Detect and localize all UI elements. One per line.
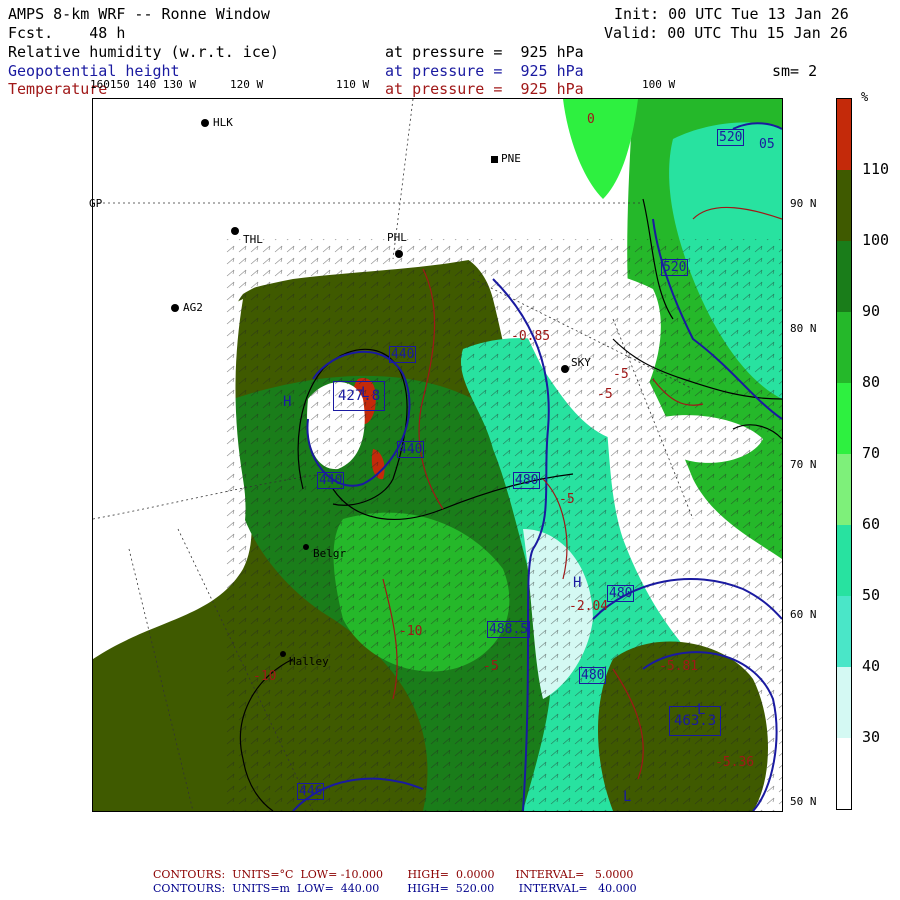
temp-label: -5 [559,492,575,507]
low-marker: L [623,789,632,805]
high-marker: H [573,575,582,591]
station-label: PHL [387,231,407,244]
colorbar-tick: 70 [862,444,881,462]
station-dot [561,365,569,373]
station-dot [303,544,309,550]
colorbar-segment [837,596,851,667]
colorbar-tick: 80 [862,373,881,391]
lat-label: 70 N [790,458,817,471]
field1-name: Relative humidity (w.r.t. ice) [8,43,279,61]
height-label: 446 [297,783,325,800]
colorbar-tick: 50 [862,586,881,604]
temp-label: -10 [399,624,423,639]
height-label: 480 [579,667,607,684]
height-label: 480 [513,472,541,489]
field1-level: at pressure = 925 hPa [385,43,584,61]
temp-label: -5 [597,387,613,402]
lon-label: 100 W [642,78,676,91]
smoothing-label: sm= 2 [772,62,818,80]
height-label: 05 [759,137,775,152]
colorbar-segment [837,383,851,454]
temp-label: -2.04 [569,599,609,614]
map-title: AMPS 8-km WRF -- Ronne Window [8,5,270,23]
height-label: 520 [661,259,689,276]
lon-label: 160150 140 130 W [90,78,196,91]
colorbar-segment [837,667,851,738]
init-time: Init: 00 UTC Tue 13 Jan 26 [614,5,849,23]
height-label: 520 [717,129,745,146]
colorbar-segment [837,738,851,809]
temp-label: 0 [587,112,595,127]
lon-label: 120 W [230,78,264,91]
lat-label: 80 N [790,322,817,335]
height-label: 440 [389,346,417,363]
station-label: PNE [501,152,521,165]
map-panel[interactable]: HLK PNE GP THL PHL AG2 SKY Belgr Halley … [89,98,783,812]
station-dot [395,250,403,258]
temp-label: -10 [253,669,277,684]
colorbar-tick: 60 [862,515,881,533]
forecast-hour: Fcst. 48 h [8,24,126,42]
height-label: 463.3 [669,706,722,736]
field3-level: at pressure = 925 hPa [385,80,584,98]
height-label: 427.8 [333,381,386,411]
colorbar-segment [837,454,851,525]
station-label: GP [89,197,103,210]
height-contour-legend: CONTOURS: UNITS=m LOW= 440.00 HIGH= 520.… [153,882,637,895]
station-dot [231,227,239,235]
height-label: 440 [317,472,345,489]
colorbar-tick: 90 [862,302,881,320]
colorbar-tick: 40 [862,657,881,675]
height-label: 480 [607,585,635,602]
weather-map [92,98,783,812]
colorbar-tick: 110 [862,160,890,178]
station-label: AG2 [183,301,203,314]
colorbar-segment [837,525,851,596]
temp-contour-legend: CONTOURS: UNITS=°C LOW= -10.000 HIGH= 0.… [153,868,634,881]
station-label: Halley [289,655,329,668]
valid-time: Valid: 00 UTC Thu 15 Jan 26 [604,24,848,42]
height-label: 440 [397,441,425,458]
station-label: THL [243,233,263,246]
field2-level: at pressure = 925 hPa [385,62,584,80]
station-dot [280,651,286,657]
lon-label: 110 W [336,78,370,91]
colorbar [836,98,852,810]
temp-label: -5.36 [715,755,755,770]
colorbar-tick: 100 [862,231,890,249]
colorbar-unit: % [861,90,869,104]
low-marker: L [361,385,370,401]
temp-label: -5 [613,367,629,382]
low-marker: L [697,702,706,718]
station-dot [491,156,498,163]
colorbar-tick: 30 [862,728,881,746]
station-label: Belgr [313,547,347,560]
colorbar-segment [837,170,851,241]
rh-region [563,99,638,199]
high-marker: H [283,394,292,410]
colorbar-segment [837,241,851,312]
station-dot [171,304,179,312]
lat-label: 50 N [790,795,817,808]
height-label: 488.5 [487,621,531,638]
colorbar-segment [837,312,851,383]
lat-label: 60 N [790,608,817,621]
temp-label: -5 [483,659,499,674]
temp-label: -5.81 [659,659,699,674]
rh-shading [93,99,782,811]
lat-label: 90 N [790,197,817,210]
temp-label: -0.85 [511,329,551,344]
station-label: SKY [571,356,591,369]
station-dot [201,119,209,127]
colorbar-segment [837,99,851,170]
station-label: HLK [213,116,233,129]
